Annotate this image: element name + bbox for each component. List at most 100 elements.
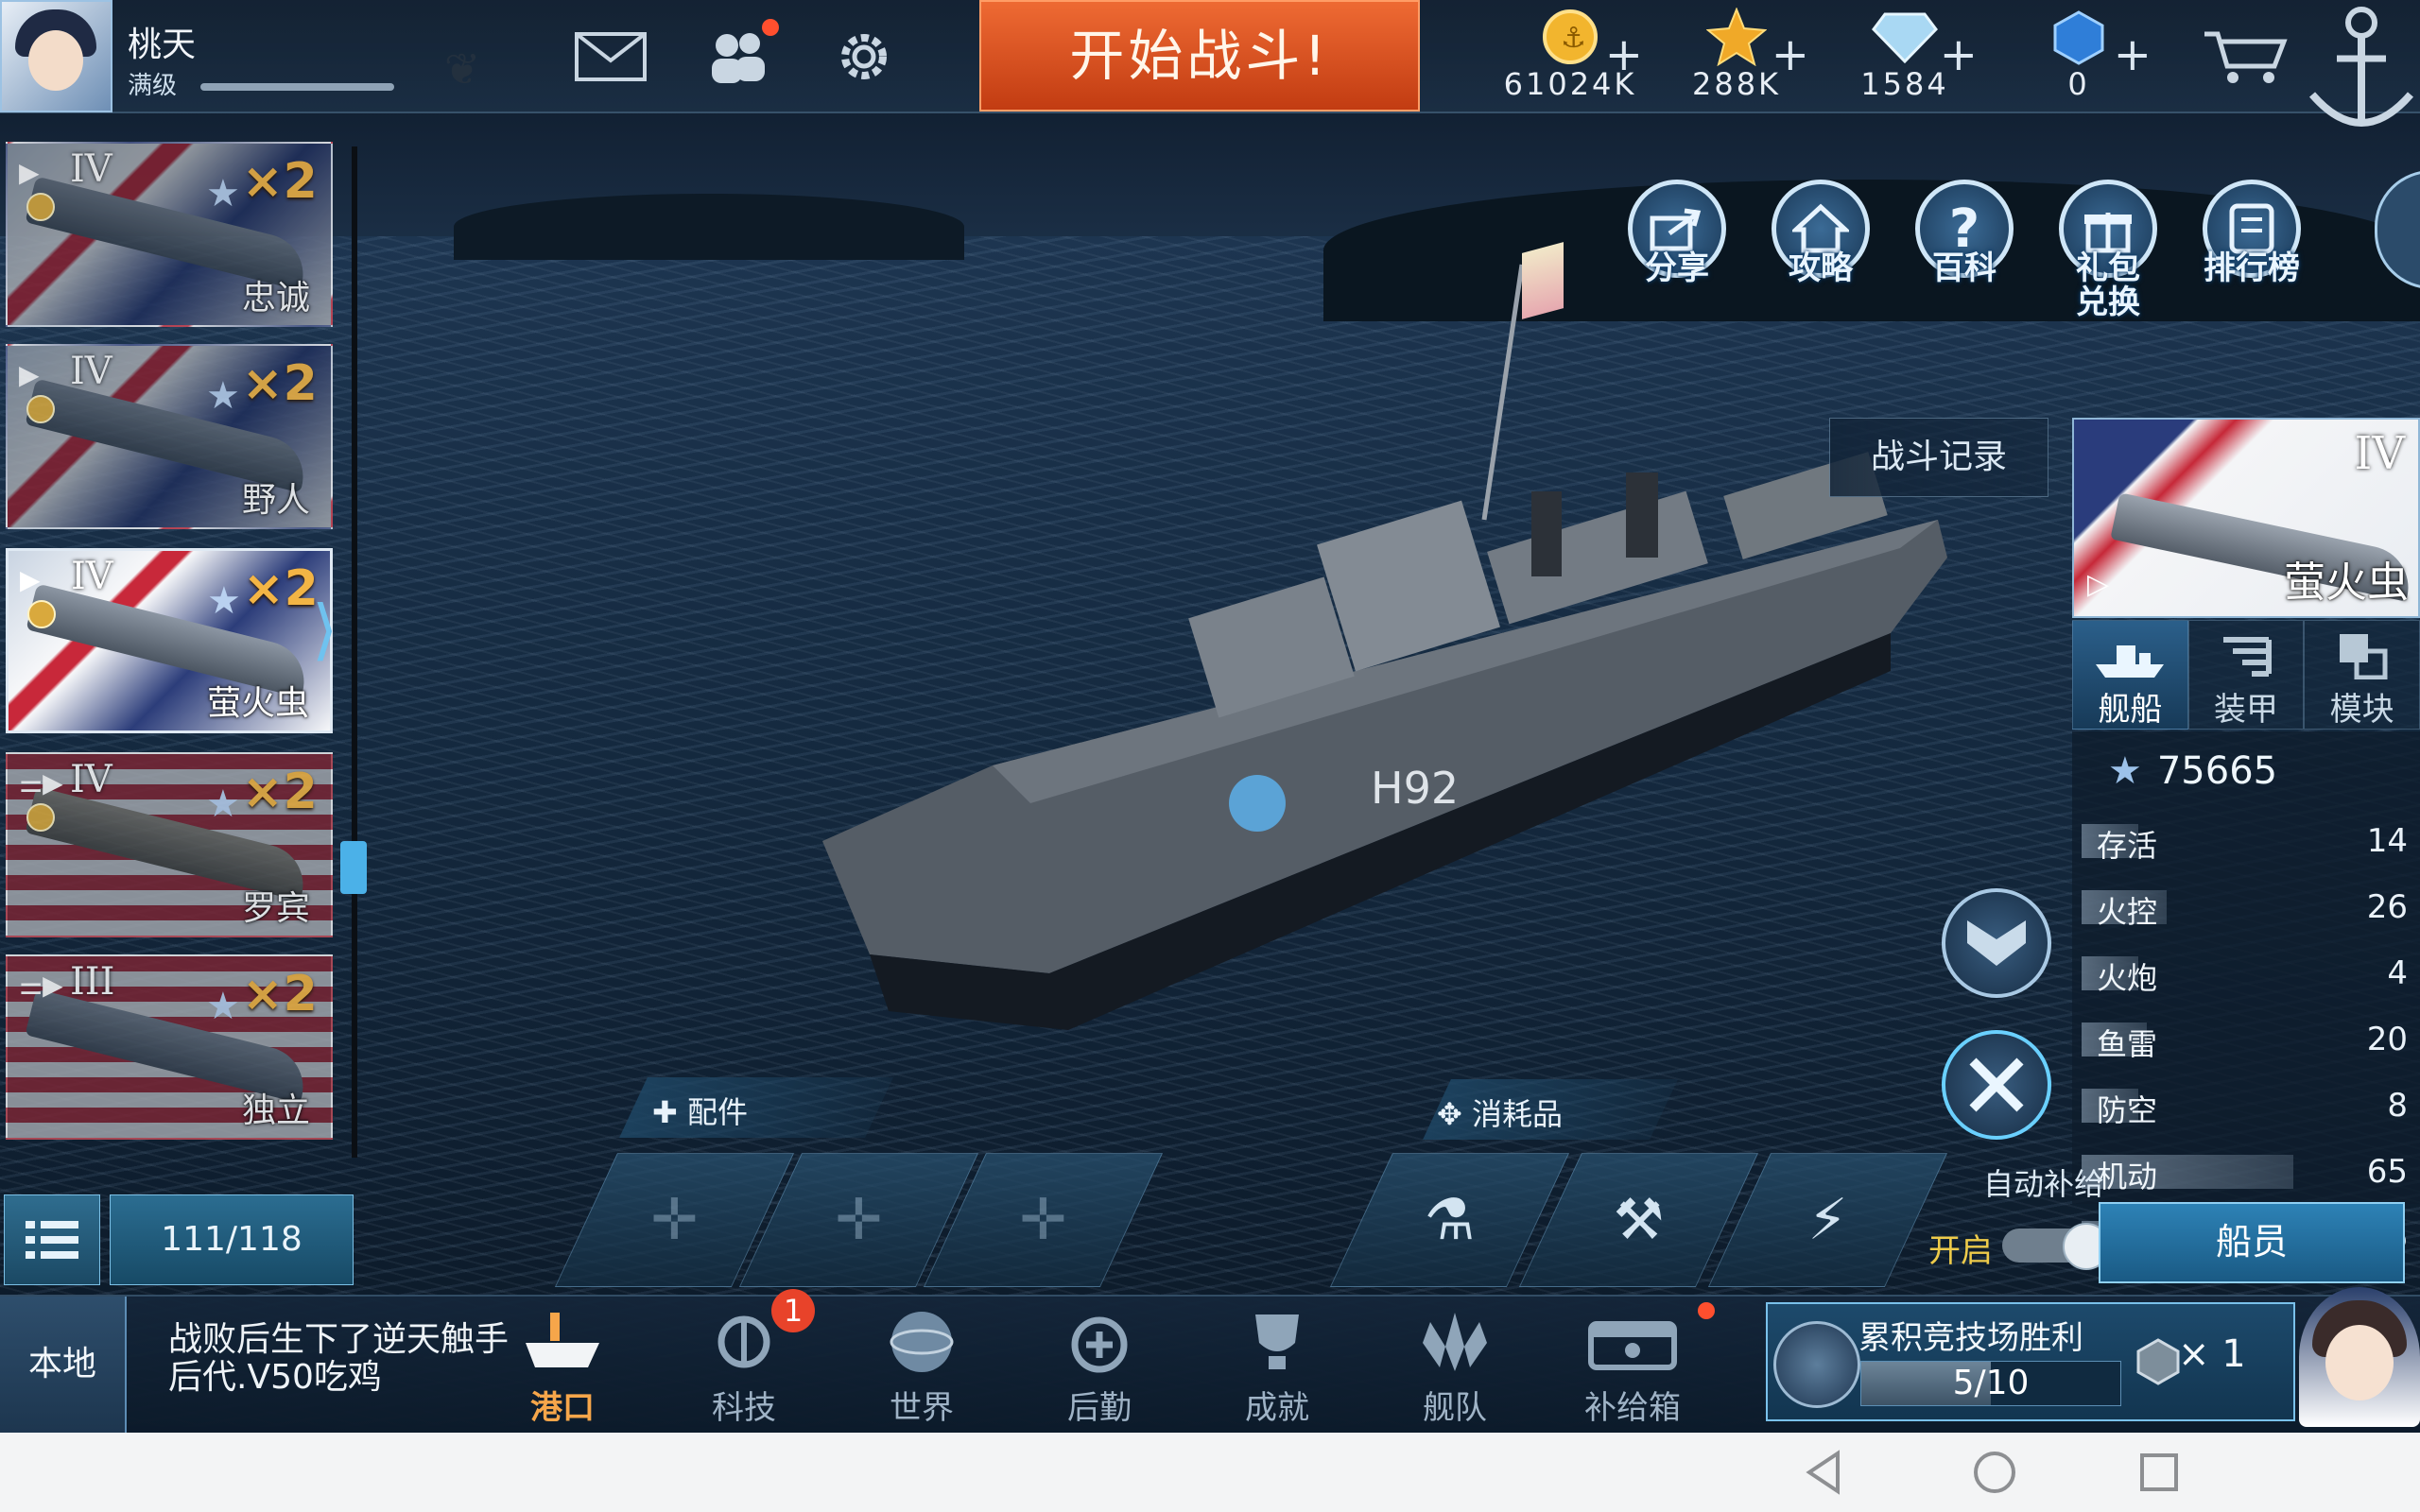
- gear-icon[interactable]: [824, 28, 904, 85]
- wrench-icon: [1969, 1057, 2024, 1112]
- add-diamond-icon[interactable]: +: [1940, 28, 1978, 81]
- medal-icon: [27, 600, 56, 628]
- accessory-slot[interactable]: ✛: [923, 1153, 1164, 1287]
- chat-message[interactable]: 战败后生下了逆天触手后代.V50吃鸡: [168, 1321, 509, 1397]
- battle-record-button[interactable]: 战斗记录: [1829, 418, 2048, 497]
- nav-fleet[interactable]: 舰队: [1384, 1304, 1526, 1427]
- ship-card[interactable]: ▶ IV ★ ×2 忠诚: [6, 142, 333, 327]
- ship-list-scroll-thumb[interactable]: [340, 841, 367, 894]
- module-icon: [2305, 621, 2419, 679]
- guide-button[interactable]: 攻略: [1764, 180, 1877, 312]
- friends-icon[interactable]: [698, 28, 777, 85]
- selected-ship-tier: IV: [2354, 427, 2405, 480]
- nav-harbor[interactable]: 港口: [492, 1304, 633, 1427]
- supply-box-notification-dot: [1698, 1302, 1715, 1319]
- rank-wings-icon[interactable]: ❦: [424, 45, 501, 93]
- crew-button[interactable]: 船员: [2099, 1202, 2405, 1283]
- add-merit-icon[interactable]: +: [1772, 28, 1809, 81]
- auto-supply-label: 自动补给: [1983, 1166, 2105, 1202]
- nav-logistics-label: 后勤: [1067, 1389, 1132, 1427]
- destroyer-ship[interactable]: H92: [804, 236, 1957, 1049]
- medal-icon: [26, 803, 55, 832]
- arena-emblem-icon: [1773, 1321, 1860, 1408]
- exp-multiplier: ×2: [242, 153, 318, 210]
- ship-card[interactable]: ⚌▶ IV ★ ×2 罗宾: [6, 752, 333, 937]
- tab-armor[interactable]: 装甲: [2187, 620, 2305, 730]
- star-icon: ★: [207, 579, 241, 623]
- ranking-button[interactable]: 排行榜: [2195, 180, 2308, 312]
- add-tech-icon[interactable]: +: [2114, 28, 2152, 81]
- stat-value: 65: [2366, 1153, 2408, 1191]
- wiki-button[interactable]: ? 百科: [1908, 180, 2021, 312]
- arena-progress-bar: 5/10: [1860, 1361, 2121, 1406]
- mail-icon[interactable]: [571, 28, 650, 85]
- play-icon: ▶: [19, 157, 40, 188]
- gift-redeem-button[interactable]: 礼包兑换: [2051, 180, 2165, 319]
- carrier-icon: ⚌▶: [19, 970, 63, 1001]
- stat-name: 存活: [2097, 828, 2158, 864]
- consumable-slot-boost[interactable]: ⚡: [1707, 1153, 1948, 1287]
- ship-tier: IV: [71, 555, 113, 598]
- rank-badge-button[interactable]: [1942, 888, 2051, 998]
- ship-card-selected[interactable]: ▶ IV ★ ×2 萤火虫: [6, 548, 333, 733]
- share-button[interactable]: 分享: [1620, 180, 1734, 312]
- ship-tabs: 舰船 装甲 模块: [2072, 620, 2420, 730]
- ship-name: 罗宾: [241, 889, 310, 928]
- stat-value: 8: [2387, 1087, 2408, 1125]
- local-chat-channel[interactable]: 本地: [0, 1297, 127, 1433]
- star-icon: ★: [2108, 749, 2142, 793]
- ship-card[interactable]: ▶ IV ★ ×2 野人: [6, 344, 333, 529]
- anchor-icon[interactable]: [2295, 0, 2420, 142]
- assistant-avatar[interactable]: [2299, 1287, 2420, 1427]
- selected-arrow-icon: ⟩: [312, 591, 338, 668]
- home-circle-icon[interactable]: [1968, 1446, 2021, 1499]
- tab-module[interactable]: 模块: [2304, 620, 2420, 730]
- recents-icon[interactable]: [2133, 1446, 2186, 1499]
- ship-card[interactable]: ⚌▶ III ★ ×2 独立: [6, 954, 333, 1140]
- arena-progress-panel[interactable]: 累积竞技场胜利 5/10 × 1: [1766, 1302, 2295, 1421]
- auto-supply-toggle[interactable]: [2002, 1223, 2110, 1270]
- gold-resource[interactable]: ⚓ 61024K +: [1490, 8, 1651, 108]
- game-screen: H92 桃天 满级 ❦ 开始战斗! ⚓ 61024K + 288K + 1584…: [0, 0, 2420, 1512]
- ship-icon: [2073, 621, 2187, 679]
- diamond-resource[interactable]: 1584 +: [1824, 8, 1985, 108]
- play-icon: ▶: [19, 359, 40, 390]
- arena-progress-text: 5/10: [1952, 1364, 2030, 1402]
- tab-ship[interactable]: 舰船: [2072, 620, 2188, 730]
- ship-list-scrollbar[interactable]: [352, 146, 357, 1158]
- ship-tier: IV: [70, 147, 112, 191]
- back-icon[interactable]: [1800, 1446, 1853, 1499]
- guide-label: 攻略: [1789, 249, 1853, 287]
- nav-supply-box[interactable]: 补给箱: [1562, 1304, 1703, 1427]
- tech-resource[interactable]: 0 +: [1998, 8, 2159, 108]
- fleet-icon: [1384, 1304, 1526, 1380]
- hull-number: H92: [1371, 763, 1459, 814]
- shop-cart-icon[interactable]: [2203, 28, 2288, 85]
- player-name: 桃天: [128, 26, 197, 64]
- tab-ship-label: 舰船: [2098, 691, 2163, 729]
- add-gold-icon[interactable]: +: [1605, 28, 1643, 81]
- start-battle-button[interactable]: 开始战斗!: [979, 0, 1420, 112]
- selected-ship-portrait[interactable]: IV ▷ 萤火虫: [2072, 418, 2420, 618]
- ranking-label: 排行榜: [2204, 249, 2300, 287]
- ship-count: 111/118: [110, 1194, 354, 1285]
- list-view-button[interactable]: [4, 1194, 100, 1285]
- ship-name: 忠诚: [241, 279, 310, 318]
- repair-button[interactable]: [1942, 1030, 2051, 1140]
- selected-ship-name: 萤火虫: [2284, 558, 2409, 607]
- medal-icon: [26, 193, 55, 221]
- armor-icon: [2189, 621, 2304, 679]
- nav-logistics[interactable]: 后勤: [1028, 1304, 1170, 1427]
- nav-world[interactable]: 世界: [851, 1304, 993, 1427]
- svg-text:⚓: ⚓: [1561, 22, 1586, 55]
- ship-tier: IV: [70, 350, 112, 393]
- merit-resource[interactable]: 288K +: [1656, 8, 1817, 108]
- ship-list: ▶ IV ★ ×2 忠诚 ▶ IV ★ ×2 野人 ▶ IV ★ ×2 萤火虫: [0, 142, 340, 1153]
- player-avatar[interactable]: [0, 0, 112, 112]
- star-icon: ★: [206, 172, 240, 215]
- nav-achievements[interactable]: 成就: [1206, 1304, 1348, 1427]
- ship-rating: ★ 75665: [2108, 749, 2277, 793]
- consumables-text: 消耗品: [1471, 1096, 1563, 1132]
- trophy-icon: [1206, 1304, 1348, 1380]
- share-label: 分享: [1645, 249, 1709, 287]
